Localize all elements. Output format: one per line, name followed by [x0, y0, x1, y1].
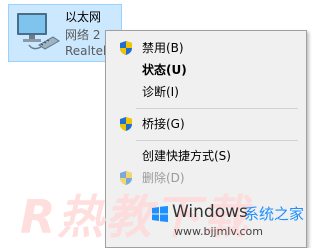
brand-tagline: 系统之家 — [244, 205, 305, 223]
menu-separator — [136, 140, 298, 141]
menu-item-bridge[interactable]: 桥接(G) — [108, 113, 302, 135]
uac-shield-icon — [120, 41, 132, 55]
windows-logo-icon — [152, 206, 168, 222]
adapter-network: 网络 2 — [65, 28, 101, 42]
adapter-device: Realtek — [65, 44, 110, 58]
brand-watermark: Windows 系统之家 www.bjjmlv.com — [152, 196, 304, 242]
network-adapter-icon — [17, 13, 60, 50]
menu-item-disable[interactable]: 禁用(B) — [108, 37, 302, 59]
menu-item-diagnose[interactable]: 诊断(I) — [108, 81, 302, 103]
menu-item-label: 诊断(I) — [142, 85, 179, 99]
menu-item-status[interactable]: 状态(U) — [108, 59, 302, 81]
menu-separator — [136, 108, 298, 109]
menu-item-label: 禁用(B) — [142, 41, 184, 55]
brand-os-name: Windows — [172, 202, 248, 222]
adapter-name: 以太网 — [65, 10, 102, 24]
menu-item-label: 创建快捷方式(S) — [142, 149, 231, 163]
menu-item-label: 状态(U) — [142, 63, 187, 77]
menu-item-create-shortcut[interactable]: 创建快捷方式(S) — [108, 145, 302, 167]
brand-url: www.bjjmlv.com — [174, 225, 263, 238]
uac-shield-icon — [120, 117, 132, 131]
menu-item-label: 桥接(G) — [142, 117, 185, 131]
